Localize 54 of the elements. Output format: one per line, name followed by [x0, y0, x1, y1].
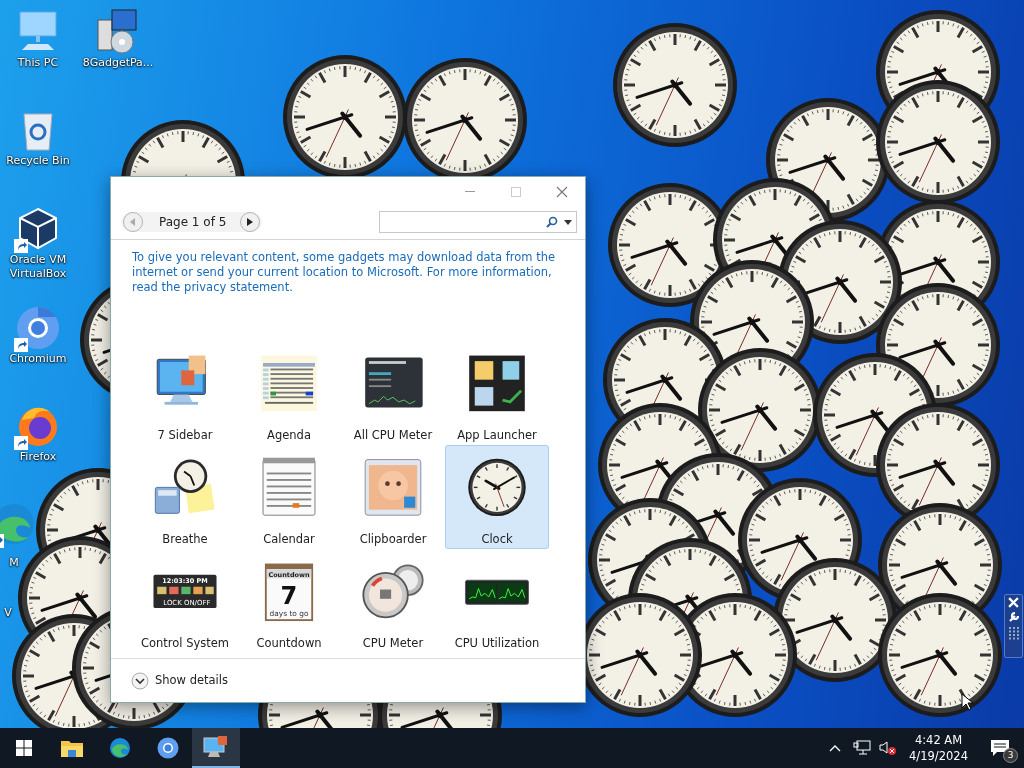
- maximize-icon: [511, 187, 521, 197]
- left-arrow-icon: [130, 218, 136, 226]
- muted-speaker-icon[interactable]: [879, 740, 898, 756]
- wrench-icon[interactable]: [1007, 611, 1020, 623]
- gadget-name: App Launcher: [457, 426, 537, 444]
- gadget-tile[interactable]: Clock: [445, 445, 549, 549]
- gadget-tile[interactable]: App Launcher: [445, 341, 549, 445]
- chevron-down-icon: [131, 671, 149, 690]
- gadget-tile[interactable]: Agenda: [237, 341, 341, 445]
- chromium-icon: [156, 736, 180, 760]
- chevron-up-icon[interactable]: [829, 744, 842, 752]
- monitor-gadgets-icon: [203, 735, 229, 759]
- gadget-tile[interactable]: Breathe: [133, 445, 237, 549]
- gadget-name: Calendar: [263, 530, 315, 548]
- gadget-name: Countdown: [256, 634, 322, 652]
- edge-icon: [108, 736, 132, 760]
- taskbar-clock[interactable]: 4:42 AM 4/19/2024: [901, 732, 976, 764]
- gadget-tile[interactable]: CPU Utilization: [445, 549, 549, 653]
- notifications-button[interactable]: 3: [976, 728, 1024, 768]
- search-field[interactable]: [379, 211, 577, 233]
- close-icon: [556, 186, 568, 198]
- gadget-tile[interactable]: 7 Sidebar: [133, 341, 237, 445]
- gadget-name: Control System: [140, 634, 230, 652]
- gadget-name: Clipboarder: [359, 530, 427, 548]
- next-page-button[interactable]: [240, 212, 261, 232]
- gadget-name: All CPU Meter: [353, 426, 433, 444]
- gadget-name: 7 Sidebar: [157, 426, 213, 444]
- right-arrow-icon: [247, 218, 254, 226]
- drag-grip-icon[interactable]: [1007, 626, 1020, 640]
- gadget-name: Agenda: [267, 426, 311, 444]
- windows-logo-icon: [16, 740, 32, 756]
- privacy-notice: To give you relevant content, some gadgets may download data from the internet or send your current location to Microsoft. For more information, read the privacy statement.: [131, 249, 556, 295]
- network-icon[interactable]: [853, 740, 872, 756]
- close-icon[interactable]: [1008, 597, 1019, 608]
- gadget-name: Clock: [481, 530, 513, 548]
- clock-date: 4/19/2024: [909, 748, 968, 764]
- minimize-icon: [465, 191, 475, 193]
- notification-icon: [990, 739, 1010, 757]
- gadget-tile[interactable]: All CPU Meter: [341, 341, 445, 445]
- search-icon: [546, 216, 558, 228]
- gadget-name: CPU Meter: [362, 634, 424, 652]
- gadget-name: CPU Utilization: [454, 634, 540, 652]
- gadget-name: Breathe: [162, 530, 208, 548]
- taskbar-app-button[interactable]: [192, 728, 240, 768]
- notification-count: 3: [1003, 748, 1018, 763]
- gadget-tile[interactable]: Clipboarder: [341, 445, 445, 549]
- dropdown-caret-icon[interactable]: [564, 219, 572, 225]
- folder-icon: [60, 738, 84, 758]
- gadget-tile[interactable]: Calendar: [237, 445, 341, 549]
- mouse-cursor-icon: [961, 693, 973, 711]
- gadget-tile[interactable]: CPU Meter: [341, 549, 445, 653]
- clock-time: 4:42 AM: [913, 732, 964, 748]
- show-details-button[interactable]: Show details: [131, 671, 228, 690]
- page-indicator: Page 1 of 5: [158, 214, 228, 231]
